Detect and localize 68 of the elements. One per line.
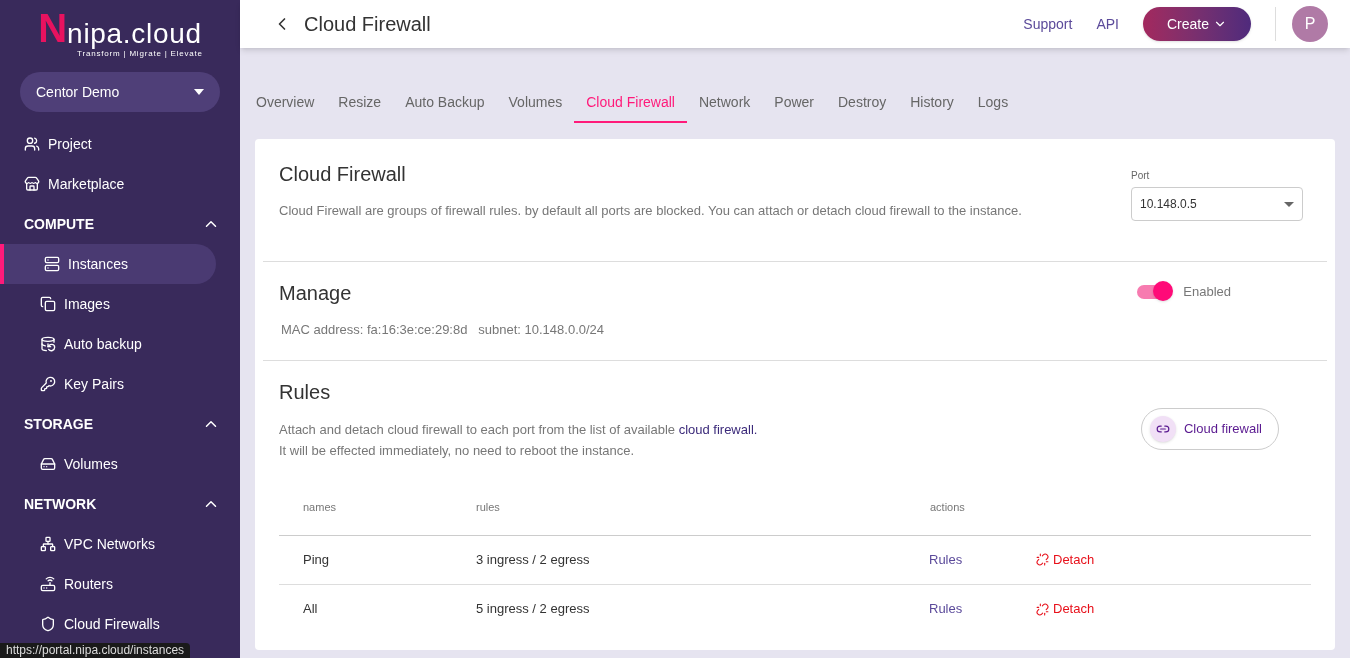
project-selector[interactable]: Centor Demo [20, 72, 220, 112]
router-icon [40, 576, 56, 592]
tab[interactable]: Destroy [826, 88, 899, 123]
header-link[interactable]: API [1096, 13, 1119, 35]
sidebar-item[interactable]: Project [0, 124, 216, 164]
dropdown-caret-icon [194, 89, 204, 95]
network-details: MAC address: fa:16:3e:ce:29:8d subnet: 10.148.0.0/24 [281, 321, 605, 339]
backup-icon [40, 336, 56, 352]
section-description: Cloud Firewall are groups of firewall rules. by default all ports are blocked. You can attach or detach cloud firewall to the instance. [279, 202, 1022, 220]
sidebar-item[interactable]: Images [0, 284, 216, 324]
tab[interactable]: Network [686, 88, 763, 123]
header-link[interactable]: Support [1023, 13, 1073, 35]
stacked-windows-icon [40, 296, 56, 312]
logo-name: nipa.cloud [67, 20, 202, 48]
sidebar-section[interactable]: NETWORK [0, 484, 240, 524]
sidebar-item[interactable]: Routers [0, 564, 216, 604]
tab[interactable]: History [898, 88, 966, 123]
detach-link[interactable]: Detach [1036, 549, 1095, 570]
unlink-icon [1036, 602, 1049, 616]
tab[interactable]: Power [762, 88, 826, 123]
server-icon [44, 256, 60, 272]
rules-link[interactable]: Rules [929, 549, 1036, 570]
drive-icon [40, 456, 56, 472]
rules-link[interactable]: Rules [929, 599, 1036, 619]
rules-note: It will be effected immediately, no need to reboot the instance. [279, 441, 636, 460]
sidebar-item[interactable]: Marketplace [0, 164, 216, 204]
table-cell-text: 5 ingress / 2 egress [476, 600, 591, 619]
sidebar-item[interactable]: Volumes [0, 444, 216, 484]
dropdown-caret-icon [1284, 201, 1294, 207]
sidebar-item[interactable]: VPC Networks [0, 524, 216, 564]
sidebar-item[interactable]: Auto backup [0, 324, 216, 364]
table-cell-text: Ping [302, 550, 331, 569]
shield-icon [40, 616, 56, 632]
column-header: names [302, 500, 338, 516]
status-url: https://portal.nipa.cloud/instances [0, 643, 191, 658]
table-cell-text: All [302, 600, 319, 619]
logo-mark: N [38, 8, 68, 48]
section-title: Rules [279, 379, 332, 405]
column-header: rules [476, 500, 501, 516]
unlink-icon [1036, 553, 1049, 566]
table-cell-text: 3 ingress / 2 egress [476, 550, 591, 569]
toggle-label: Enabled [1183, 283, 1231, 301]
column-header: actions [930, 500, 965, 516]
create-button[interactable]: Create [1142, 7, 1251, 41]
sidebar-item[interactable]: Key Pairs [0, 364, 216, 404]
page-title: Cloud Firewall [304, 12, 431, 37]
section-title: Manage [279, 281, 353, 306]
network-icon [40, 536, 56, 552]
tab[interactable]: Auto Backup [393, 88, 497, 123]
detach-link[interactable]: Detach [1036, 599, 1095, 619]
tab[interactable]: Volumes [496, 88, 575, 123]
logo-tagline: Transform | Migrate | Elevate [77, 49, 203, 60]
key-icon [40, 376, 56, 392]
tab[interactable]: Overview [244, 88, 327, 123]
tab[interactable]: Resize [326, 88, 394, 123]
sidebar-section[interactable]: STORAGE [0, 404, 240, 444]
toggle-switch[interactable] [1137, 284, 1172, 299]
people-icon [24, 136, 40, 152]
sidebar-section[interactable]: COMPUTE [0, 204, 240, 244]
rules-description: Attach and detach cloud firewall to each port from the list of available cloud firewall. [279, 420, 758, 439]
cloud-firewall-link[interactable]: cloud firewall. [678, 421, 758, 437]
sidebar-item[interactable]: Cloud Firewalls [0, 604, 216, 644]
section-title: Cloud Firewall [279, 162, 407, 187]
field-label: Port [1131, 169, 1151, 183]
tab[interactable]: Logs [965, 88, 1021, 123]
port-select[interactable]: 10.148.0.5 [1131, 187, 1303, 221]
sidebar-item[interactable]: Instances [0, 244, 216, 284]
store-icon [24, 176, 40, 192]
